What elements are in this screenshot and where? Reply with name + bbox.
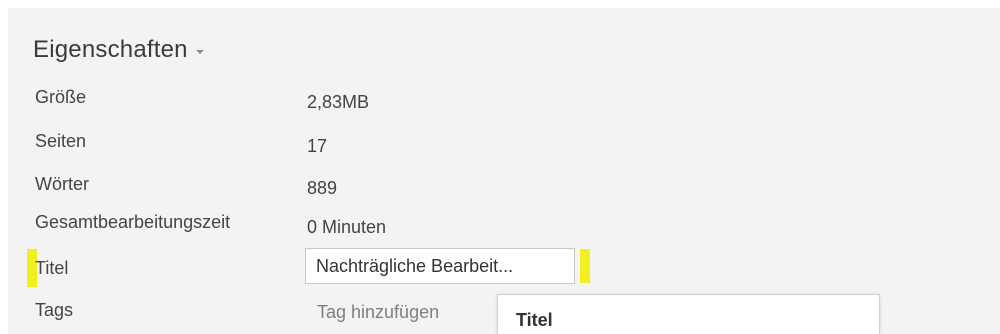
properties-section-header[interactable]: Eigenschaften [33, 36, 204, 64]
tooltip-title: Titel [516, 310, 553, 330]
property-value-size: 2,83MB [307, 92, 370, 112]
title-tooltip: Titel [497, 294, 880, 334]
property-value-total-editing-time: 0 Minuten [307, 217, 387, 237]
highlight-marker-right [580, 249, 590, 283]
property-label-title: Titel [35, 258, 69, 278]
property-label-size: Größe [35, 87, 87, 107]
add-tag-field[interactable]: Tag hinzufügen [317, 302, 439, 323]
property-label-tags: Tags [35, 300, 74, 320]
property-label-words: Wörter [35, 174, 89, 194]
property-value-pages: 17 [307, 136, 328, 156]
chevron-down-icon[interactable] [195, 50, 204, 54]
property-value-words: 889 [307, 178, 338, 198]
title-field[interactable]: Nachträgliche Bearbeit... [305, 248, 575, 284]
section-title: Eigenschaften [33, 36, 188, 63]
property-label-pages: Seiten [35, 131, 87, 151]
property-label-total-editing-time: Gesamtbearbeitungszeit [35, 212, 231, 232]
